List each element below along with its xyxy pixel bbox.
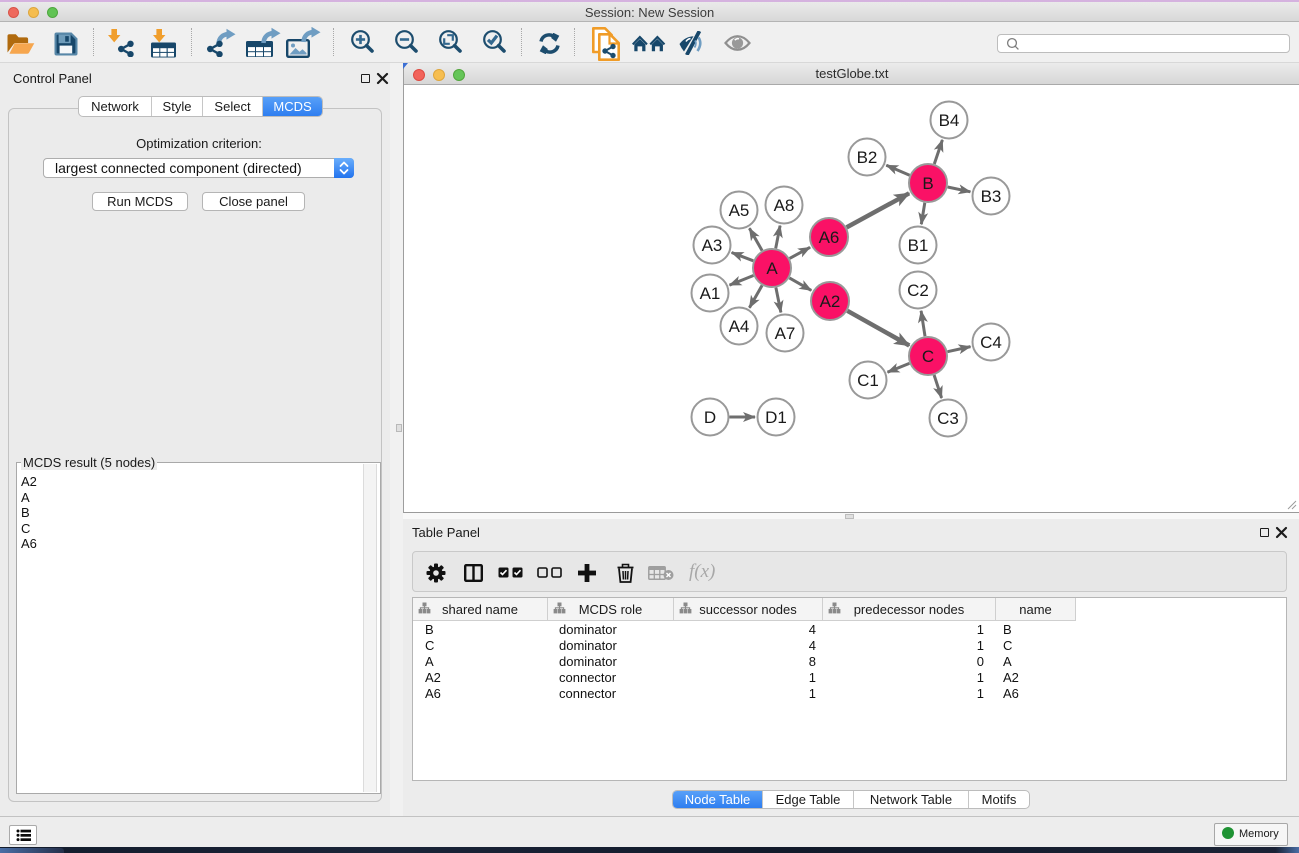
svg-text:C: C [922,347,934,366]
svg-text:C2: C2 [907,281,929,300]
svg-text:A1: A1 [700,284,721,303]
svg-text:B: B [922,174,933,193]
svg-text:A3: A3 [702,236,723,255]
svg-text:A7: A7 [775,324,796,343]
svg-text:D: D [704,408,716,427]
svg-text:A5: A5 [729,201,750,220]
svg-text:A: A [766,259,778,278]
svg-text:C4: C4 [980,333,1002,352]
svg-text:B3: B3 [981,187,1002,206]
svg-text:D1: D1 [765,408,787,427]
svg-text:C3: C3 [937,409,959,428]
svg-text:B2: B2 [857,148,878,167]
svg-text:C1: C1 [857,371,879,390]
svg-text:A8: A8 [774,196,795,215]
svg-text:A2: A2 [820,292,841,311]
svg-text:B4: B4 [939,111,960,130]
svg-text:A4: A4 [729,317,750,336]
svg-text:A6: A6 [819,228,840,247]
svg-text:B1: B1 [908,236,929,255]
